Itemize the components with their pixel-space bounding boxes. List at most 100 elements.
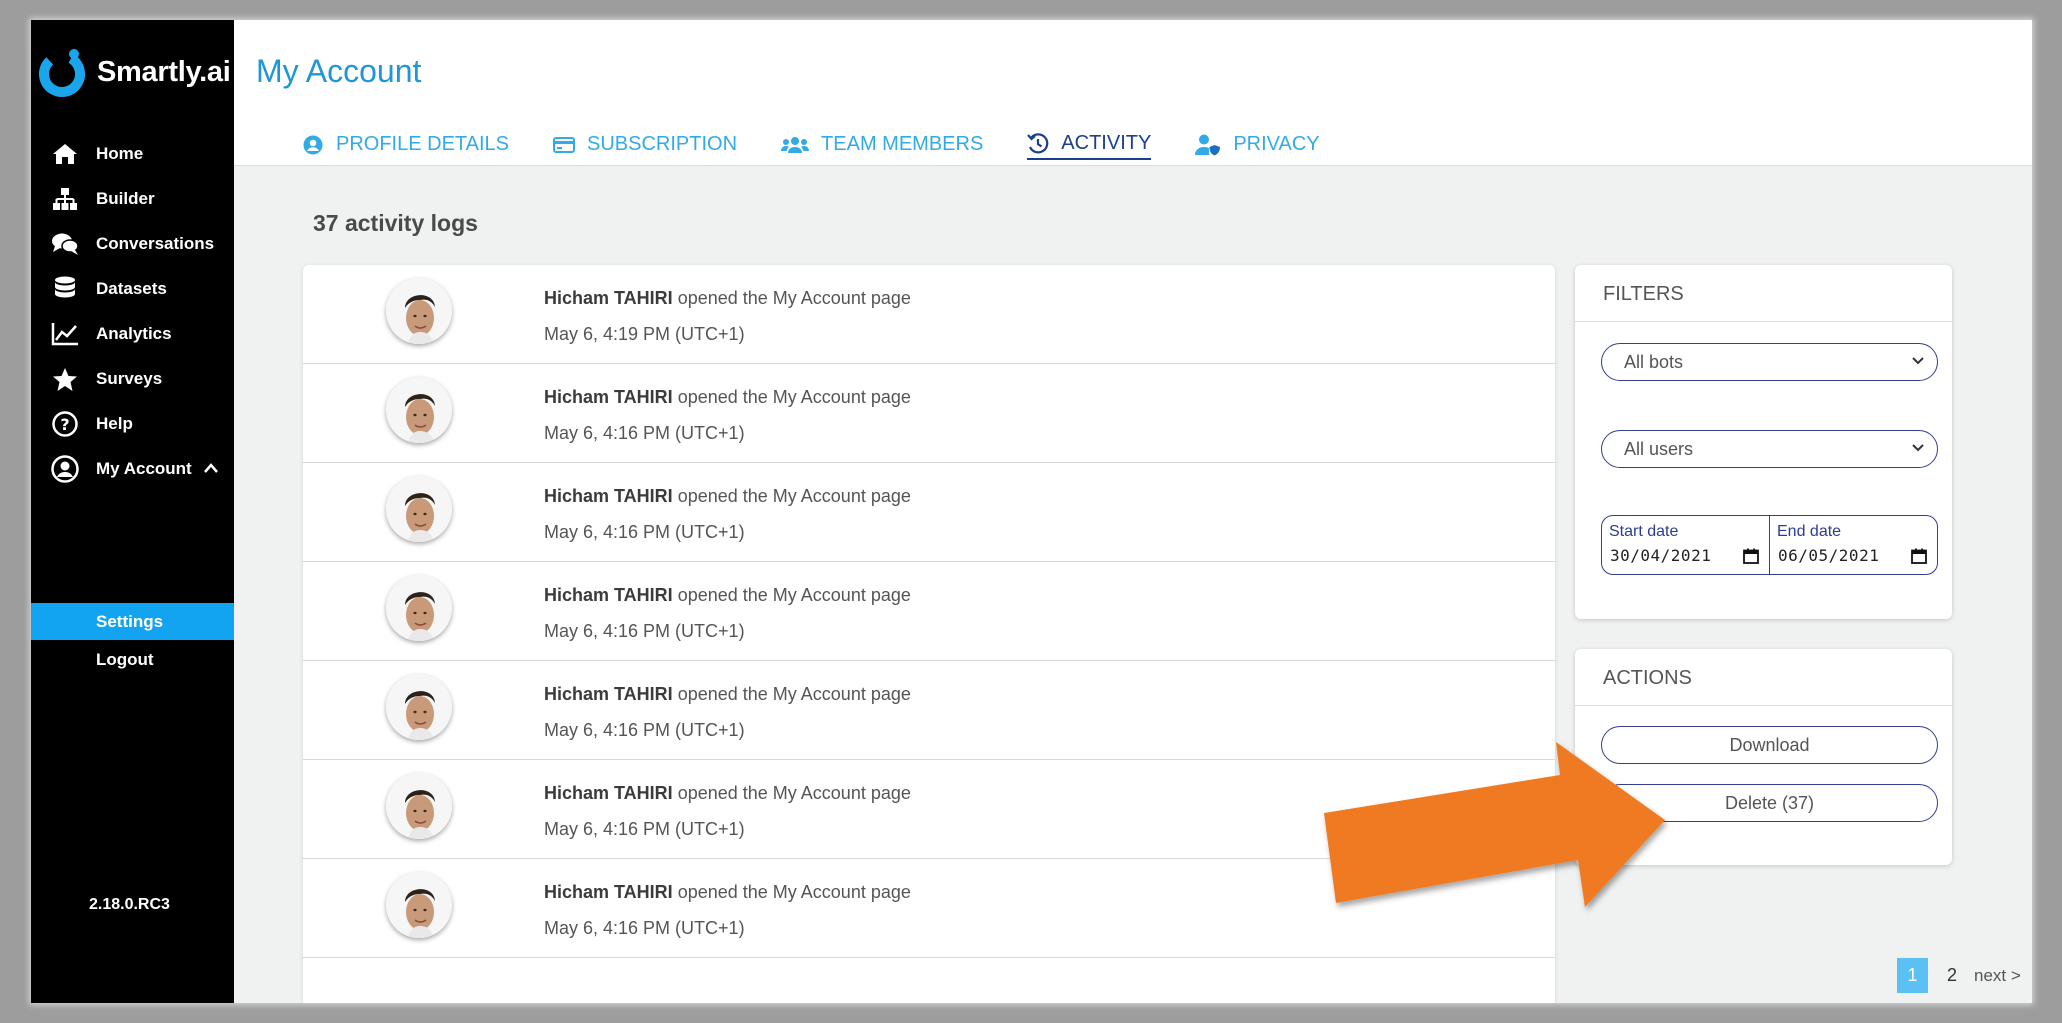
- sitemap-icon: [51, 185, 79, 213]
- svg-text:?: ?: [60, 415, 69, 434]
- user-circle-icon: [51, 455, 79, 483]
- end-date-label: End date: [1777, 523, 1842, 540]
- select-value: All bots: [1624, 351, 1684, 372]
- tab-label: PROFILE DETAILS: [336, 133, 510, 155]
- actions-title: ACTIONS: [1603, 667, 1692, 689]
- activity-log-row: Hicham TAHIRI opened the My Account page…: [303, 463, 1555, 562]
- page-1-button[interactable]: 1: [1897, 958, 1928, 993]
- sidebar-item-label: Analytics: [96, 324, 172, 343]
- log-action: opened the My Account page: [677, 585, 911, 605]
- sidebar-item-label: Home: [96, 144, 144, 163]
- user-filter-select[interactable]: All users: [1601, 430, 1938, 468]
- log-message: Hicham TAHIRI opened the My Account page: [544, 882, 911, 903]
- date-range-picker: Start date 30/04/2021 End date 06/05/202…: [1601, 515, 1938, 575]
- tab-privacy[interactable]: PRIVACY: [1195, 132, 1320, 160]
- log-timestamp: May 6, 4:16 PM (UTC+1): [544, 819, 745, 839]
- calendar-icon[interactable]: [1911, 548, 1927, 564]
- tab-label: PRIVACY: [1233, 133, 1320, 155]
- tab-activity[interactable]: ACTIVITY: [1027, 132, 1152, 160]
- log-message: Hicham TAHIRI opened the My Account page: [544, 288, 911, 309]
- calendar-icon[interactable]: [1743, 548, 1759, 564]
- sidebar-item-label: Datasets: [96, 279, 167, 298]
- sidebar-item-label: Help: [96, 414, 133, 433]
- tab-label: SUBSCRIPTION: [587, 133, 738, 155]
- bot-filter-select[interactable]: All bots: [1601, 343, 1938, 381]
- log-timestamp: May 6, 4:16 PM (UTC+1): [544, 522, 745, 542]
- chevron-down-icon: [1912, 357, 1924, 365]
- divider: [1575, 321, 1952, 322]
- logo[interactable]: Smartly.ai: [36, 46, 231, 98]
- sidebar-item-label: Conversations: [96, 234, 215, 253]
- sidebar-subitem-logout[interactable]: Logout: [31, 641, 234, 678]
- start-date-label: Start date: [1609, 523, 1679, 540]
- log-timestamp: May 6, 4:16 PM (UTC+1): [544, 423, 745, 443]
- avatar: [386, 872, 452, 938]
- end-date-value: 06/05/2021: [1778, 546, 1880, 565]
- question-circle-icon: ?: [51, 410, 79, 438]
- tab-label: ACTIVITY: [1061, 132, 1152, 154]
- log-timestamp: May 6, 4:16 PM (UTC+1): [544, 621, 745, 641]
- page-2-link[interactable]: 2: [1947, 965, 1957, 986]
- filters-title: FILTERS: [1603, 283, 1684, 305]
- avatar: [386, 674, 452, 740]
- next-page-link[interactable]: next >: [1974, 966, 2021, 986]
- filters-card: FILTERS All bots All users Start date 30…: [1575, 265, 1952, 619]
- sidebar-subitem-label: Settings: [96, 611, 164, 631]
- log-user: Hicham TAHIRI: [544, 585, 673, 605]
- log-action: opened the My Account page: [677, 783, 911, 803]
- star-icon: [51, 365, 79, 393]
- log-user: Hicham TAHIRI: [544, 882, 673, 902]
- end-date-field[interactable]: End date 06/05/2021: [1769, 516, 1937, 574]
- sidebar-item-my-account[interactable]: My Account: [31, 443, 234, 495]
- chevron-up-icon[interactable]: [204, 463, 218, 473]
- sidebar-subitem-label: Logout: [96, 649, 154, 669]
- log-user: Hicham TAHIRI: [544, 486, 673, 506]
- sidebar: Smartly.ai Home Builder Conversations Da…: [31, 20, 234, 1003]
- download-button[interactable]: Download: [1601, 726, 1938, 764]
- tab-team-members[interactable]: TEAM MEMBERS: [781, 132, 983, 160]
- app-version: 2.18.0.RC3: [89, 896, 170, 913]
- avatar: [386, 575, 452, 641]
- avatar: [386, 278, 452, 344]
- log-message: Hicham TAHIRI opened the My Account page: [544, 585, 911, 606]
- avatar: [386, 476, 452, 542]
- app-window: Smartly.ai Home Builder Conversations Da…: [31, 20, 2032, 1003]
- log-action: opened the My Account page: [677, 684, 911, 704]
- page-header: My Account PROFILE DETAILS SUBSCRIPTION …: [234, 20, 2032, 166]
- delete-button[interactable]: Delete (37): [1601, 784, 1938, 822]
- tab-subscription[interactable]: SUBSCRIPTION: [553, 132, 737, 160]
- log-timestamp: May 6, 4:16 PM (UTC+1): [544, 720, 745, 740]
- activity-log-row: Hicham TAHIRI opened the My Account page…: [303, 562, 1555, 661]
- log-action: opened the My Account page: [677, 486, 911, 506]
- log-user: Hicham TAHIRI: [544, 684, 673, 704]
- sidebar-subitem-settings[interactable]: Settings: [31, 603, 234, 640]
- account-tabs: PROFILE DETAILS SUBSCRIPTION TEAM MEMBER…: [302, 132, 1364, 160]
- log-message: Hicham TAHIRI opened the My Account page: [544, 486, 911, 507]
- sidebar-item-label: Surveys: [96, 369, 163, 388]
- activity-log-row: Hicham TAHIRI opened the My Account page…: [303, 364, 1555, 463]
- log-user: Hicham TAHIRI: [544, 387, 673, 407]
- actions-card: ACTIONS Download Delete (37): [1575, 649, 1952, 865]
- tab-profile-details[interactable]: PROFILE DETAILS: [302, 132, 509, 160]
- start-date-field[interactable]: Start date 30/04/2021: [1602, 516, 1769, 574]
- avatar: [386, 773, 452, 839]
- home-icon: [51, 140, 79, 168]
- tab-label: TEAM MEMBERS: [821, 133, 984, 155]
- log-user: Hicham TAHIRI: [544, 288, 673, 308]
- log-action: opened the My Account page: [677, 288, 911, 308]
- activity-log-row: Hicham TAHIRI opened the My Account page…: [303, 661, 1555, 760]
- log-user: Hicham TAHIRI: [544, 783, 673, 803]
- log-action: opened the My Account page: [677, 387, 911, 407]
- divider: [1575, 705, 1952, 706]
- log-message: Hicham TAHIRI opened the My Account page: [544, 387, 911, 408]
- activity-log-list: Hicham TAHIRI opened the My Account page…: [303, 265, 1555, 1003]
- comments-icon: [51, 230, 79, 258]
- database-icon: [51, 275, 79, 303]
- activity-log-row: Hicham TAHIRI opened the My Account page…: [303, 859, 1555, 958]
- users-icon: [781, 134, 810, 156]
- activity-count: 37 activity logs: [313, 210, 478, 236]
- sidebar-item-label: Builder: [96, 189, 155, 208]
- log-timestamp: May 6, 4:16 PM (UTC+1): [544, 918, 745, 938]
- log-timestamp: May 6, 4:19 PM (UTC+1): [544, 324, 745, 344]
- log-message: Hicham TAHIRI opened the My Account page: [544, 684, 911, 705]
